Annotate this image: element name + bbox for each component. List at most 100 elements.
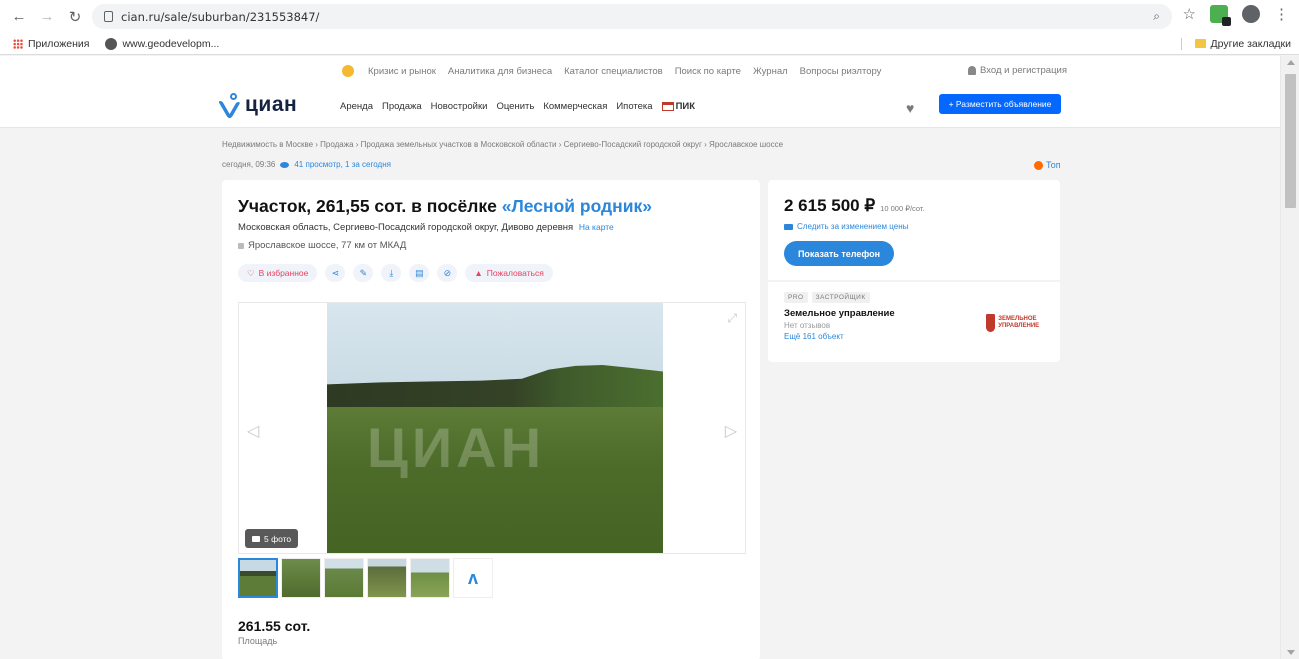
nav-commercial[interactable]: Коммерческая <box>543 101 607 112</box>
bookmark-label: Приложения <box>28 37 90 50</box>
thumbnail-2[interactable] <box>281 558 321 598</box>
reload-icon[interactable]: ↻ <box>64 6 86 28</box>
road-text: Ярославское шоссе, 77 км от МКАД <box>248 240 407 251</box>
thumbnail-1[interactable] <box>238 558 278 598</box>
bookmark-geodevelop[interactable]: www.geodevelopm... <box>105 37 219 50</box>
nav-newbuildings[interactable]: Новостройки <box>431 101 488 112</box>
top-link[interactable]: Аналитика для бизнеса <box>448 66 552 77</box>
thumbnail-5[interactable] <box>410 558 450 598</box>
breadcrumb[interactable]: Недвижимость в Москве › Продажа › Продаж… <box>222 140 783 149</box>
follow-label: Следить за изменением цены <box>797 222 909 231</box>
thumbnail-3[interactable] <box>324 558 364 598</box>
show-phone-button[interactable]: Показать телефон <box>784 241 894 266</box>
top-badge[interactable]: Топ <box>1034 160 1061 170</box>
scroll-up-icon[interactable] <box>1287 60 1295 65</box>
listing-address: Московская область, Сергиево-Посадский г… <box>238 222 614 233</box>
mail-icon <box>784 223 793 230</box>
user-icon <box>968 66 976 75</box>
address-bar[interactable]: cian.ru/sale/suburban/231553847/ ⌕ <box>92 4 1172 29</box>
seller-tag: PRO <box>784 292 808 303</box>
logo-icon <box>218 92 242 118</box>
complain-button[interactable]: ▲ Пожаловаться <box>465 264 553 282</box>
price-value: 2 615 500 ₽ <box>784 196 876 215</box>
seller-name[interactable]: Земельное управление <box>784 308 895 319</box>
globe-icon <box>105 37 118 50</box>
seller-more-link[interactable]: Ещё 161 объект <box>784 332 844 341</box>
menu-icon[interactable]: ⋮ <box>1274 5 1289 23</box>
login-label: Вход и регистрация <box>980 65 1067 76</box>
nav-sale[interactable]: Продажа <box>382 101 422 112</box>
favorites-heart-icon[interactable]: ♥ <box>906 100 914 116</box>
browser-toolbar: ← → ↻ cian.ru/sale/suburban/231553847/ ⌕… <box>0 0 1299 33</box>
prev-photo-icon[interactable]: ◁ <box>247 421 259 441</box>
photo-count-badge[interactable]: 5 фото <box>245 529 299 548</box>
favorite-button[interactable]: ♡ В избранное <box>238 264 318 282</box>
next-photo-icon[interactable]: ▷ <box>725 421 737 441</box>
seller-card: PRO ЗАСТРОЙЩИК Земельное управление Нет … <box>768 282 1060 362</box>
other-bookmarks[interactable]: Другие закладки <box>1194 37 1291 50</box>
star-icon[interactable]: ☆ <box>1183 5 1196 23</box>
camera-icon <box>252 535 260 542</box>
zoom-icon[interactable]: ⌕ <box>1153 9 1160 24</box>
road-info: Ярославское шоссе, 77 км от МКАД <box>238 240 406 251</box>
back-icon[interactable]: ← <box>8 6 30 28</box>
village-link[interactable]: «Лесной родник» <box>502 196 652 216</box>
thumbnail-4[interactable] <box>367 558 407 598</box>
nav-evaluate[interactable]: Оценить <box>496 101 534 112</box>
top-link[interactable]: Кризис и рынок <box>368 66 436 77</box>
watermark: ЦИАН <box>367 416 546 479</box>
favorite-label: В избранное <box>258 268 309 278</box>
url-text[interactable]: cian.ru/sale/suburban/231553847/ <box>121 10 319 24</box>
profile-icon[interactable] <box>1242 5 1260 23</box>
top-label: Топ <box>1046 160 1061 170</box>
eye-icon <box>280 161 290 168</box>
expand-icon[interactable]: ⤢ <box>727 311 737 326</box>
other-bookmarks-label: Другие закладки <box>1210 37 1291 50</box>
lock-icon <box>104 11 113 22</box>
price-per-unit: 10 000 ₽/сот. <box>880 204 925 213</box>
forward-icon[interactable]: → <box>36 6 58 28</box>
road-icon <box>238 242 244 249</box>
page-scrollbar[interactable] <box>1280 56 1299 659</box>
views-count[interactable]: 41 просмотр, 1 за сегодня <box>294 160 391 169</box>
bookmark-apps[interactable]: Приложения <box>13 38 89 50</box>
top-link[interactable]: Вопросы риэлтору <box>800 66 882 77</box>
folder-icon <box>1194 39 1206 48</box>
follow-price-link[interactable]: Следить за изменением цены <box>784 222 908 231</box>
login-link[interactable]: Вход и регистрация <box>968 65 1067 76</box>
scroll-thumb[interactable] <box>1285 74 1296 208</box>
top-link[interactable]: Каталог специалистов <box>564 66 663 77</box>
crest-icon <box>986 314 996 332</box>
edit-icon[interactable]: ✎ <box>353 264 374 282</box>
hide-icon[interactable]: ⊘ <box>437 264 458 282</box>
page: Кризис и рынок Аналитика для бизнеса Кат… <box>0 56 1280 659</box>
top-icon <box>1034 160 1043 170</box>
photo-gallery[interactable]: ◁ ЦИАН ▷ ⤢ 5 фото <box>238 302 746 554</box>
price: 2 615 500 ₽ 10 000 ₽/сот. <box>784 196 925 216</box>
warning-icon: ▲ <box>474 268 483 278</box>
post-ad-button[interactable]: + Разместить объявление <box>939 94 1061 114</box>
seller-logo[interactable]: ЗЕМЕЛЬНОЕ УПРАВЛЕНИЕ <box>986 312 1048 334</box>
logo-text: циан <box>245 93 298 116</box>
seller-tag: ЗАСТРОЙЩИК <box>811 292 870 303</box>
nav-rent[interactable]: Аренда <box>340 101 373 112</box>
top-link[interactable]: Поиск по карте <box>675 66 741 77</box>
bookmarks-bar: Приложения www.geodevelopm... Другие зак… <box>0 33 1299 55</box>
cian-logo-thumb-icon[interactable]: ᴧ <box>453 558 493 598</box>
heart-icon: ♡ <box>247 267 255 278</box>
nav-mortgage[interactable]: Ипотека <box>616 101 652 112</box>
share-icon[interactable]: ⋖ <box>325 264 346 282</box>
nav-pik[interactable]: ПИК <box>661 101 695 112</box>
download-icon[interactable]: ⤓ <box>381 264 402 282</box>
top-links-bar: Кризис и рынок Аналитика для бизнеса Кат… <box>0 56 1280 86</box>
print-icon[interactable]: ▤ <box>409 264 430 282</box>
cian-logo[interactable]: циан <box>218 92 298 118</box>
photo-count-label: 5 фото <box>264 533 292 544</box>
bookmark-separator <box>1181 38 1182 50</box>
listing-photo[interactable]: ЦИАН <box>327 303 663 553</box>
on-map-link[interactable]: На карте <box>579 222 614 232</box>
top-link[interactable]: Журнал <box>753 66 788 77</box>
scroll-down-icon[interactable] <box>1287 650 1295 655</box>
address-text[interactable]: Московская область, Сергиево-Посадский г… <box>238 222 573 233</box>
extension-icon[interactable] <box>1210 5 1231 26</box>
